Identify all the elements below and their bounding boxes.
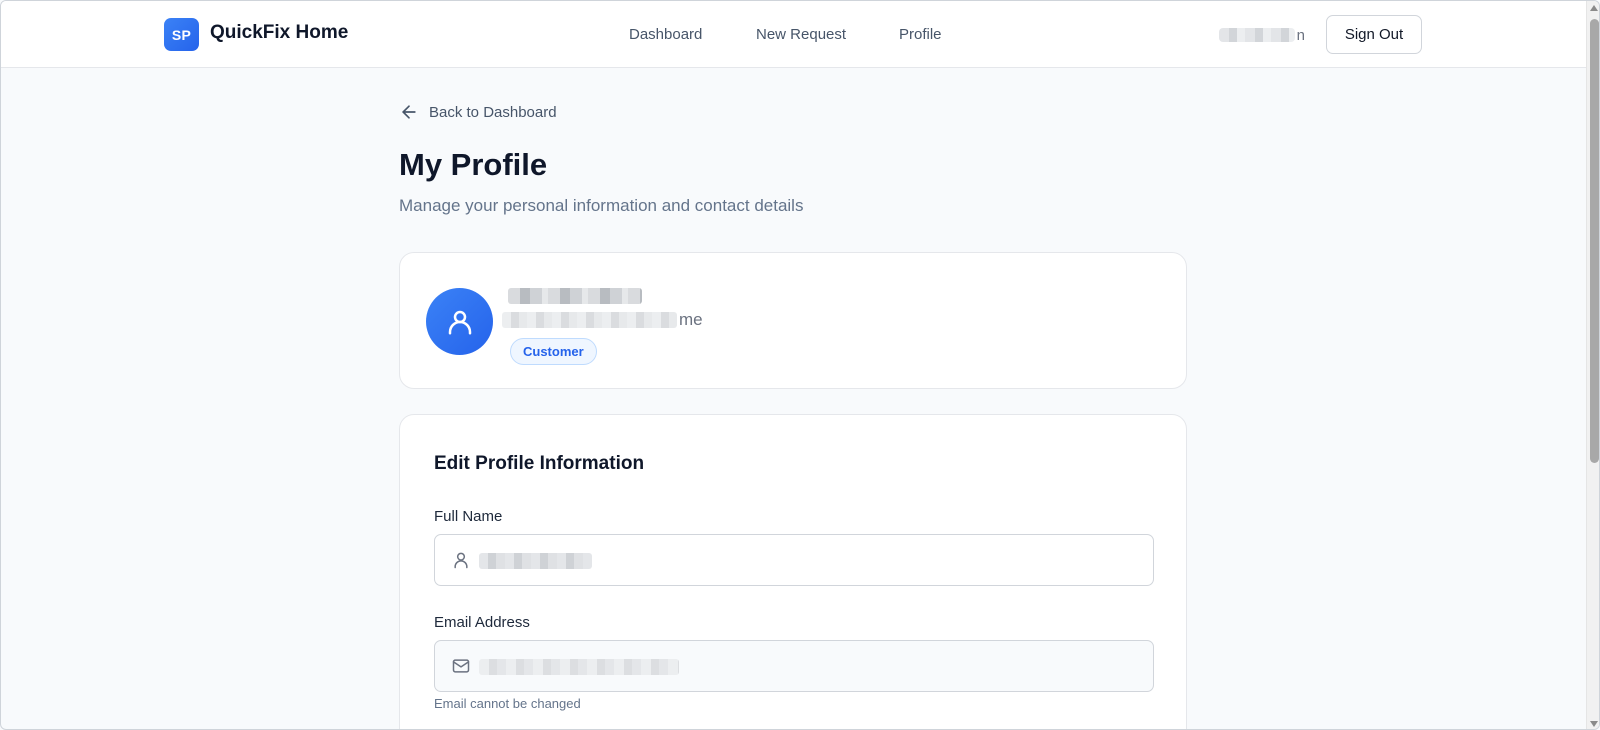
nav-profile[interactable]: Profile: [899, 26, 942, 43]
email-help-text: Email cannot be changed: [434, 696, 581, 711]
edit-profile-title: Edit Profile Information: [434, 453, 645, 474]
app-name[interactable]: QuickFix Home: [210, 22, 348, 44]
current-user-name: n: [1219, 25, 1305, 45]
page-title: My Profile: [399, 147, 548, 182]
vertical-scrollbar[interactable]: [1586, 1, 1599, 729]
redacted-email-value: [479, 659, 679, 675]
email-address-label: Email Address: [434, 614, 530, 631]
redacted-user-name: [1219, 28, 1295, 42]
scroll-up-arrow-icon[interactable]: [1590, 5, 1598, 11]
profile-summary-card: me Customer: [399, 252, 1187, 389]
full-name-label: Full Name: [434, 508, 503, 525]
arrow-left-icon: [402, 105, 416, 119]
user-name-suffix: n: [1296, 26, 1305, 44]
page-subtitle: Manage your personal information and con…: [399, 196, 804, 215]
avatar: [426, 288, 493, 355]
back-link-label: Back to Dashboard: [429, 103, 557, 121]
role-badge: Customer: [510, 338, 597, 365]
redacted-full-name-value: [479, 553, 592, 569]
email-address-input[interactable]: [434, 640, 1154, 692]
app-logo[interactable]: SP: [164, 18, 199, 51]
scrollbar-thumb[interactable]: [1590, 19, 1599, 463]
full-name-input[interactable]: [434, 534, 1154, 586]
redacted-profile-email: [502, 312, 677, 328]
scroll-down-arrow-icon[interactable]: [1590, 721, 1598, 727]
redacted-profile-name: [508, 288, 642, 304]
sign-out-button[interactable]: Sign Out: [1326, 15, 1422, 54]
profile-email-suffix: me: [679, 310, 703, 329]
edit-profile-card: Edit Profile Information Full Name Email…: [399, 414, 1187, 729]
profile-email: me: [502, 310, 703, 330]
back-to-dashboard-link[interactable]: Back to Dashboard: [399, 102, 557, 122]
top-navigation-bar: SP QuickFix Home Dashboard New Request P…: [1, 1, 1586, 68]
user-icon: [448, 310, 471, 334]
mail-icon: [452, 659, 470, 673]
user-icon: [454, 552, 468, 569]
nav-new-request[interactable]: New Request: [756, 26, 846, 43]
nav-dashboard[interactable]: Dashboard: [629, 26, 702, 43]
browser-window: SP QuickFix Home Dashboard New Request P…: [0, 0, 1600, 730]
